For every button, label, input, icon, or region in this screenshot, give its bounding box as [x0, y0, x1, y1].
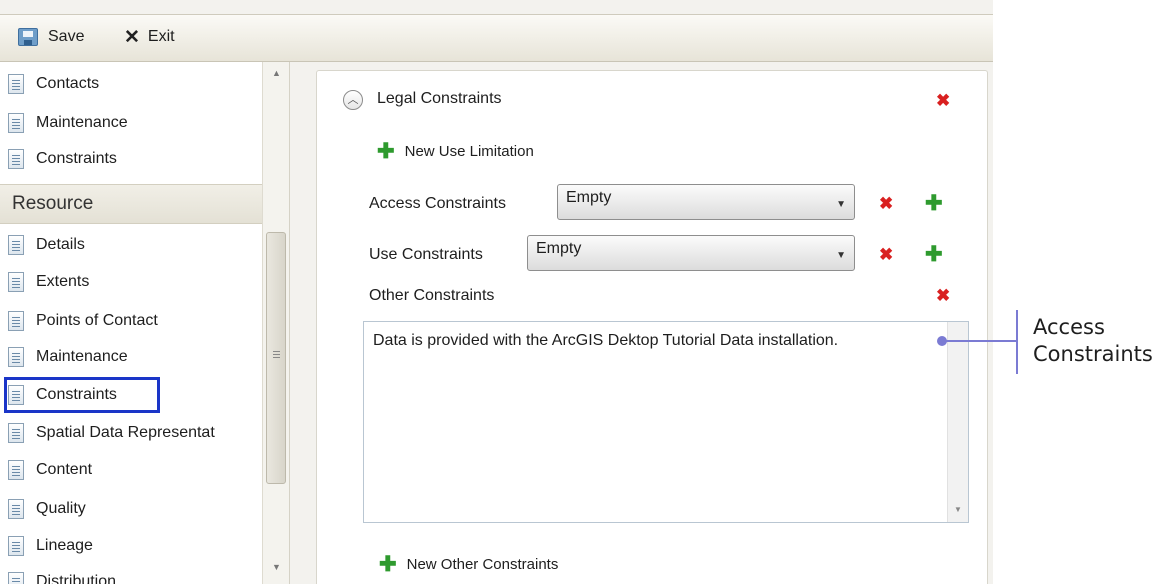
access-constraints-label: Access Constraints — [369, 195, 506, 212]
sidebar-item-quality[interactable]: Quality — [8, 494, 86, 524]
scroll-thumb[interactable] — [266, 232, 286, 484]
page-icon — [8, 235, 24, 255]
sidebar-item-constraints-resource[interactable]: Constraints — [8, 380, 117, 410]
access-constraints-value: Empty — [566, 189, 612, 206]
use-constraints-value: Empty — [536, 240, 582, 257]
sidebar-item-extents[interactable]: Extents — [8, 267, 89, 297]
sidebar-item-label: Points of Contact — [36, 312, 158, 329]
chevron-up-icon: ︿ — [347, 94, 359, 106]
page-icon — [8, 272, 24, 292]
sidebar-item-label: Maintenance — [36, 114, 128, 131]
sidebar-item-label: Extents — [36, 273, 90, 290]
scroll-down-icon[interactable]: ▼ — [272, 562, 281, 572]
new-use-limitation-button[interactable]: ✚ New Use Limitation — [377, 141, 534, 162]
other-constraints-label: Other Constraints — [369, 287, 495, 304]
page-icon — [8, 423, 24, 443]
exit-button[interactable]: ✕ Exit — [124, 25, 175, 49]
new-use-limitation-label: New Use Limitation — [404, 143, 534, 160]
sidebar-item-constraints[interactable]: Constraints — [8, 144, 117, 174]
sidebar-item-maintenance[interactable]: Maintenance — [8, 108, 128, 138]
use-constraints-select[interactable]: Empty ▼ — [527, 235, 855, 271]
toolbar: Save ✕ Exit — [0, 14, 993, 62]
page-icon — [8, 385, 24, 405]
page-icon — [8, 536, 24, 556]
dropdown-arrow-icon: ▼ — [836, 250, 846, 261]
use-constraints-label: Use Constraints — [369, 246, 483, 263]
new-other-constraints-button[interactable]: ✚ New Other Constraints — [379, 554, 558, 575]
callout-bracket — [1016, 310, 1018, 374]
other-constraints-textarea[interactable]: Data is provided with the ArcGIS Dektop … — [363, 321, 969, 523]
delete-use-constraint-icon[interactable]: ✖ — [879, 246, 893, 263]
dropdown-arrow-icon: ▼ — [836, 199, 846, 210]
page-icon — [8, 149, 24, 169]
scroll-up-icon[interactable]: ▲ — [272, 68, 281, 78]
new-other-constraints-label: New Other Constraints — [406, 556, 559, 573]
sidebar-item-contacts[interactable]: Contacts — [8, 69, 99, 99]
page-icon — [8, 460, 24, 480]
callout-line-1: Access — [1033, 315, 1105, 339]
sidebar-item-points-of-contact[interactable]: Points of Contact — [8, 306, 158, 336]
page-icon — [8, 572, 24, 584]
legal-constraints-panel: ︿ Legal Constraints ✖ ✚ New Use Limitati… — [316, 70, 988, 584]
sidebar-item-label: Quality — [36, 500, 86, 517]
textarea-scrollbar[interactable]: ▼ — [947, 322, 968, 522]
page-icon — [8, 347, 24, 367]
sidebar-item-lineage[interactable]: Lineage — [8, 531, 93, 561]
sidebar-item-content[interactable]: Content — [8, 455, 92, 485]
delete-section-icon[interactable]: ✖ — [936, 92, 950, 109]
scroll-down-icon[interactable]: ▼ — [954, 505, 962, 514]
sidebar-scrollbar[interactable]: ▲ ▼ — [262, 62, 289, 584]
sidebar-item-label: Maintenance — [36, 348, 128, 365]
page-icon — [8, 311, 24, 331]
section-header-resource[interactable]: Resource — [0, 184, 262, 224]
add-access-constraint-icon[interactable]: ✚ — [925, 193, 943, 214]
sidebar-item-label: Constraints — [36, 150, 117, 167]
sidebar-item-distribution[interactable]: Distribution — [8, 567, 116, 584]
sidebar-item-label: Constraints — [36, 386, 117, 403]
exit-label: Exit — [147, 28, 175, 45]
callout-label: Access Constraints — [1033, 314, 1153, 368]
sidebar-item-label: Distribution — [36, 573, 117, 584]
grip-icon — [273, 351, 280, 352]
page-icon — [8, 74, 24, 94]
save-button[interactable]: Save — [18, 25, 84, 49]
other-constraints-text: Data is provided with the ArcGIS Dektop … — [373, 332, 839, 349]
sidebar-item-spatial-data-representation[interactable]: Spatial Data Representat — [8, 418, 215, 448]
delete-access-constraint-icon[interactable]: ✖ — [879, 195, 893, 212]
delete-other-constraints-icon[interactable]: ✖ — [936, 287, 950, 304]
panel-title: Legal Constraints — [377, 90, 502, 107]
access-constraints-select[interactable]: Empty ▼ — [557, 184, 855, 220]
callout-line-2: Constraints — [1033, 342, 1153, 366]
callout-line — [945, 340, 1018, 342]
page-icon — [8, 113, 24, 133]
metadata-editor: Save ✕ Exit Contacts Maintenance Constra… — [0, 0, 993, 584]
sidebar-item-maintenance-resource[interactable]: Maintenance — [8, 342, 128, 372]
sidebar: Contacts Maintenance Constraints Resourc… — [0, 62, 290, 584]
close-icon: ✕ — [124, 26, 140, 48]
collapse-button[interactable]: ︿ — [343, 90, 363, 110]
sidebar-item-label: Details — [36, 236, 85, 253]
save-icon — [18, 28, 38, 46]
page-icon — [8, 499, 24, 519]
sidebar-item-details[interactable]: Details — [8, 230, 85, 260]
add-use-constraint-icon[interactable]: ✚ — [925, 244, 943, 265]
add-icon: ✚ — [377, 140, 395, 163]
add-icon: ✚ — [379, 553, 397, 576]
sidebar-item-label: Lineage — [36, 537, 93, 554]
sidebar-item-label: Contacts — [36, 75, 100, 92]
sidebar-item-label: Content — [36, 461, 93, 478]
save-label: Save — [48, 28, 85, 45]
sidebar-item-label: Spatial Data Representat — [36, 424, 215, 441]
